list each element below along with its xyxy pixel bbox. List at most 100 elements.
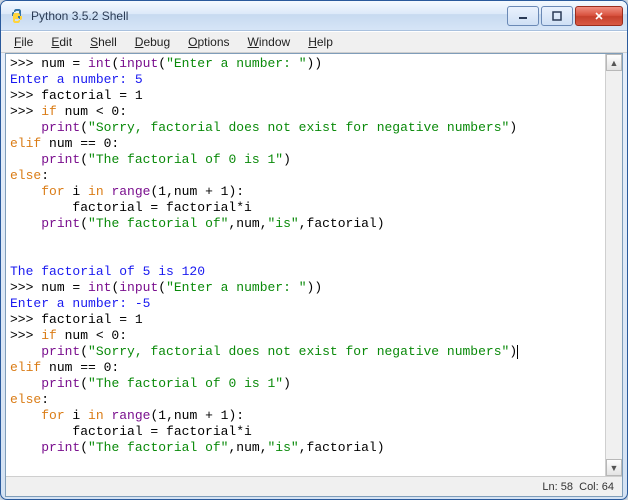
- menubar: File Edit Shell Debug Options Window Hel…: [1, 31, 627, 53]
- code-text: [10, 440, 41, 455]
- code-text: (: [158, 56, 166, 71]
- keyword: if: [41, 328, 57, 343]
- code-text: ): [509, 344, 517, 359]
- keyword: in: [88, 408, 104, 423]
- code-text: (: [158, 280, 166, 295]
- builtin: print: [41, 344, 80, 359]
- menu-shell[interactable]: Shell: [81, 33, 126, 51]
- string: "is": [268, 440, 299, 455]
- code-text: [10, 120, 41, 135]
- menu-options[interactable]: Options: [179, 33, 238, 51]
- code-text: (: [80, 440, 88, 455]
- code-text: ,num,: [228, 440, 267, 455]
- string: "The factorial of 0 is 1": [88, 376, 283, 391]
- status-col-label: Col:: [579, 481, 599, 493]
- code-text: factorial = 1: [41, 88, 142, 103]
- code-text: )): [307, 56, 323, 71]
- titlebar[interactable]: Python 3.5.2 Shell: [1, 1, 627, 31]
- code-text: num =: [41, 280, 88, 295]
- string: "Enter a number: ": [166, 280, 306, 295]
- builtin: print: [41, 440, 80, 455]
- menu-debug[interactable]: Debug: [126, 33, 179, 51]
- string: "The factorial of": [88, 440, 228, 455]
- menu-help[interactable]: Help: [299, 33, 342, 51]
- status-ln-label: Ln:: [542, 481, 557, 493]
- code-text: num < 0:: [57, 328, 127, 343]
- code-text: (1,num + 1):: [150, 184, 244, 199]
- builtin: input: [119, 56, 158, 71]
- close-button[interactable]: [575, 6, 623, 26]
- status-col-value: 64: [602, 481, 614, 493]
- builtin: print: [41, 152, 80, 167]
- code-text: ): [283, 152, 291, 167]
- output-line: Enter a number: 5: [10, 72, 143, 87]
- builtin: print: [41, 120, 80, 135]
- keyword: else: [10, 392, 41, 407]
- prompt: >>>: [10, 104, 41, 119]
- prompt: >>>: [10, 328, 41, 343]
- builtin: int: [88, 56, 111, 71]
- keyword: else: [10, 168, 41, 183]
- statusbar: Ln: 58 Col: 64: [6, 476, 622, 496]
- builtin: input: [119, 280, 158, 295]
- keyword: elif: [10, 360, 41, 375]
- python-icon: [9, 8, 25, 24]
- prompt: >>>: [10, 56, 41, 71]
- code-text: num == 0:: [41, 136, 119, 151]
- minimize-button[interactable]: [507, 6, 539, 26]
- code-text: ,factorial): [299, 216, 385, 231]
- vertical-scrollbar[interactable]: ▲ ▼: [605, 54, 622, 476]
- prompt: >>>: [10, 312, 41, 327]
- code-text: factorial = 1: [41, 312, 142, 327]
- keyword: in: [88, 184, 104, 199]
- scroll-down-button[interactable]: ▼: [606, 459, 622, 476]
- code-text: [10, 344, 41, 359]
- prompt: >>>: [10, 88, 41, 103]
- prompt: >>>: [10, 280, 41, 295]
- maximize-button[interactable]: [541, 6, 573, 26]
- builtin: print: [41, 216, 80, 231]
- string: "The factorial of": [88, 216, 228, 231]
- code-text: ,factorial): [299, 440, 385, 455]
- output-line: The factorial of 5 is 120: [10, 264, 205, 279]
- builtin: print: [41, 376, 80, 391]
- code-text: ): [509, 120, 517, 135]
- builtin: range: [111, 408, 150, 423]
- scroll-up-button[interactable]: ▲: [606, 54, 622, 71]
- shell-editor[interactable]: >>> num = int(input("Enter a number: "))…: [6, 54, 605, 476]
- code-text: factorial = factorial*i: [10, 200, 252, 215]
- code-text: ,num,: [228, 216, 267, 231]
- string: "is": [268, 216, 299, 231]
- menu-file[interactable]: File: [5, 33, 42, 51]
- code-text: num == 0:: [41, 360, 119, 375]
- string: "Sorry, factorial does not exist for neg…: [88, 120, 509, 135]
- code-text: [10, 152, 41, 167]
- menu-window[interactable]: Window: [239, 33, 300, 51]
- keyword: elif: [10, 136, 41, 151]
- code-text: i: [65, 408, 88, 423]
- code-text: [10, 376, 41, 391]
- code-text: (1,num + 1):: [150, 408, 244, 423]
- app-window: Python 3.5.2 Shell File Edit Shell Debug…: [0, 0, 628, 500]
- status-ln-value: 58: [561, 481, 573, 493]
- code-text: (: [80, 344, 88, 359]
- code-text: i: [65, 184, 88, 199]
- text-cursor: [517, 345, 518, 359]
- window-controls: [505, 6, 623, 26]
- code-text: (: [80, 216, 88, 231]
- keyword: for: [41, 408, 64, 423]
- code-text: ): [283, 376, 291, 391]
- keyword: for: [41, 184, 64, 199]
- string: "The factorial of 0 is 1": [88, 152, 283, 167]
- builtin: int: [88, 280, 111, 295]
- window-title: Python 3.5.2 Shell: [31, 9, 505, 23]
- builtin: range: [111, 184, 150, 199]
- string: "Enter a number: ": [166, 56, 306, 71]
- menu-edit[interactable]: Edit: [42, 33, 81, 51]
- editor-wrap: >>> num = int(input("Enter a number: "))…: [6, 54, 622, 476]
- string: "Sorry, factorial does not exist for neg…: [88, 344, 509, 359]
- code-text: :: [41, 168, 49, 183]
- code-text: [10, 184, 41, 199]
- code-text: num =: [41, 56, 88, 71]
- code-text: :: [41, 392, 49, 407]
